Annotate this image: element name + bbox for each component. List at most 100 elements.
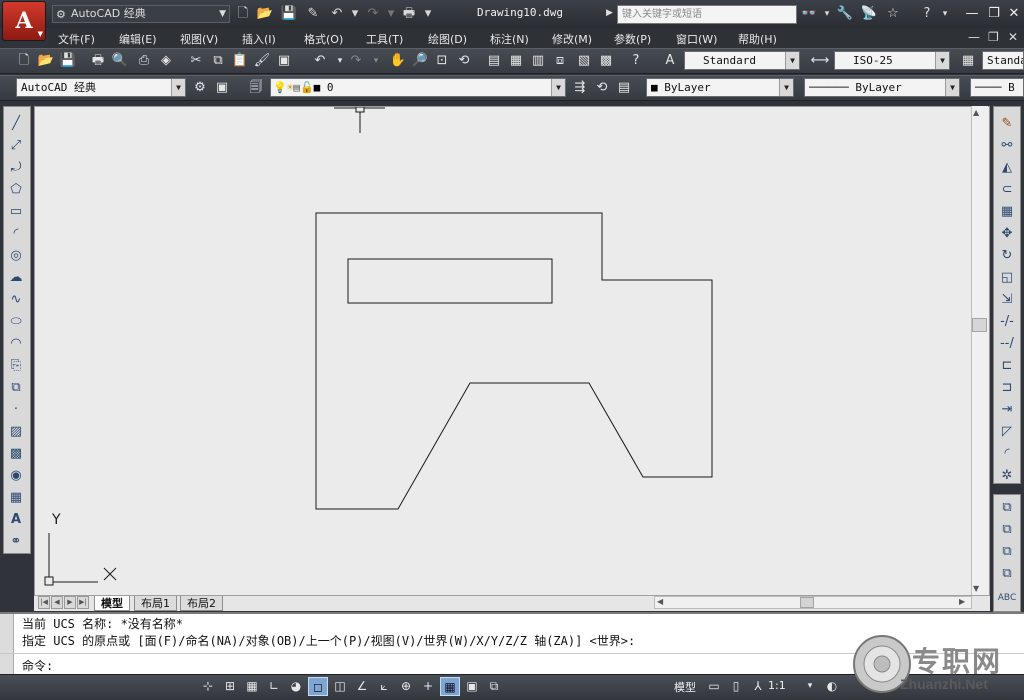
quick-access-dropdown-icon[interactable]: ▾: [419, 5, 437, 23]
scale-icon[interactable]: ◱: [996, 268, 1018, 288]
menu-parametric[interactable]: 参数(P): [614, 31, 651, 47]
annotation-scale-dropdown-icon[interactable]: ▾: [800, 677, 820, 696]
text-style-icon[interactable]: A: [660, 51, 680, 71]
selection-cycling-icon[interactable]: ⧉: [484, 677, 504, 696]
search-input[interactable]: 键入关键字或短语: [617, 5, 797, 24]
application-menu-button[interactable]: A ▼: [2, 1, 46, 41]
close-button[interactable]: ✕: [1004, 5, 1024, 23]
first-tab-icon[interactable]: |◀: [38, 596, 50, 609]
tool-palettes-icon[interactable]: ▥: [528, 51, 548, 71]
dim-style-icon[interactable]: ⟷: [810, 51, 830, 71]
circle-icon[interactable]: ◎: [5, 246, 27, 266]
zoom-previous-icon[interactable]: ⟲: [454, 51, 474, 71]
copy-object-icon[interactable]: ⚯: [996, 136, 1018, 156]
make-current-icon[interactable]: ⇶: [570, 78, 590, 98]
zoom-realtime-icon[interactable]: 🔎: [410, 51, 430, 71]
quick-view-drawings-icon[interactable]: ▯: [726, 677, 746, 696]
dim-style-select[interactable]: ISO-25 ▼: [834, 51, 950, 70]
pan-icon[interactable]: ✋: [388, 51, 408, 71]
dynamic-input-icon[interactable]: ⊕: [396, 677, 416, 696]
object-snap-tracking-icon[interactable]: ∠: [352, 677, 372, 696]
break-icon[interactable]: ⊐: [996, 378, 1018, 398]
match-properties-icon[interactable]: 🖌: [252, 51, 272, 71]
menu-view[interactable]: 视图(V): [180, 31, 218, 47]
rotate-icon[interactable]: ↻: [996, 246, 1018, 266]
workspace-settings-icon[interactable]: ⚙: [190, 78, 210, 98]
vertical-scroll-thumb[interactable]: [972, 318, 987, 332]
array-icon[interactable]: ▦: [996, 202, 1018, 222]
infer-constraints-icon[interactable]: ⊹: [198, 677, 218, 696]
redo-dropdown-icon[interactable]: ▾: [366, 51, 386, 71]
scroll-right-icon[interactable]: ▶: [959, 597, 965, 606]
plot-preview-icon[interactable]: 🔍: [110, 51, 130, 71]
menu-file[interactable]: 文件(F): [58, 31, 95, 47]
help-icon[interactable]: ?: [918, 5, 936, 23]
point-icon[interactable]: ·: [5, 400, 27, 420]
object-snap-icon[interactable]: ◻: [308, 677, 328, 696]
multiline-text-icon[interactable]: A: [5, 510, 27, 530]
revision-cloud-icon[interactable]: ☁: [5, 268, 27, 288]
polygon-icon[interactable]: ⬠: [5, 180, 27, 200]
table-icon[interactable]: ▦: [5, 488, 27, 508]
join-icon[interactable]: ⇥: [996, 400, 1018, 420]
color-select[interactable]: ■ ByLayer ▼: [646, 78, 794, 97]
calculator-icon[interactable]: ▩: [596, 51, 616, 71]
horizontal-scroll-thumb[interactable]: [800, 597, 814, 608]
undo-icon[interactable]: ↶: [310, 51, 330, 71]
minimize-button[interactable]: —: [962, 5, 982, 23]
save-icon[interactable]: 💾: [280, 5, 298, 23]
table-style-select[interactable]: Standa: [982, 51, 1024, 70]
outer-polyline[interactable]: [315, 212, 713, 510]
markup-icon[interactable]: ▧: [574, 51, 594, 71]
search-dropdown-icon[interactable]: ▾: [818, 5, 836, 23]
layer-state-icon[interactable]: ▤: [614, 78, 634, 98]
plot-icon[interactable]: 🖶: [400, 5, 418, 23]
text-style-select[interactable]: Standard ▼: [684, 51, 800, 70]
undo-icon[interactable]: ↶: [328, 5, 346, 23]
menu-insert[interactable]: 插入(I): [242, 31, 276, 47]
scroll-left-icon[interactable]: ◀: [657, 597, 663, 606]
ellipse-icon[interactable]: ⬭: [5, 312, 27, 332]
sheet-set-icon[interactable]: ⧈: [550, 51, 570, 71]
spline-icon[interactable]: ∿: [5, 290, 27, 310]
redo-icon[interactable]: ↷: [364, 5, 382, 23]
zoom-window-icon[interactable]: ⊡: [432, 51, 452, 71]
block-editor-icon[interactable]: ▣: [274, 51, 294, 71]
copy-icon[interactable]: ⧉: [208, 51, 228, 71]
tab-model[interactable]: 模型: [94, 596, 130, 611]
workspace-switcher[interactable]: ⚙ AutoCAD 经典 ▼: [52, 5, 230, 23]
table-style-icon[interactable]: ▦: [958, 51, 978, 71]
next-tab-icon[interactable]: ▶: [64, 596, 76, 609]
polar-tracking-icon[interactable]: ◕: [286, 677, 306, 696]
lineweight-select[interactable]: ──── B: [970, 78, 1024, 97]
menu-dimension[interactable]: 标注(N): [490, 31, 529, 47]
make-block-icon[interactable]: ⧉: [5, 378, 27, 398]
add-selected-icon[interactable]: ⚭: [5, 532, 27, 552]
save-icon[interactable]: 💾: [58, 51, 78, 71]
model-space-button[interactable]: 模型: [674, 679, 696, 695]
layer-select[interactable]: 💡☀▤🔓■ 0 ▼: [270, 78, 566, 97]
snap-mode-icon[interactable]: ⊞: [220, 677, 240, 696]
annotation-visibility-icon[interactable]: ◐: [822, 677, 842, 696]
arc-icon[interactable]: ◜: [5, 224, 27, 244]
layer-previous-icon[interactable]: ⟲: [592, 78, 612, 98]
break-at-point-icon[interactable]: ⊏: [996, 356, 1018, 376]
command-window-grip[interactable]: [0, 614, 14, 674]
inner-rectangle[interactable]: [347, 258, 553, 304]
last-tab-icon[interactable]: ▶|: [77, 596, 89, 609]
send-to-back-icon[interactable]: ⧉: [996, 520, 1018, 540]
region-icon[interactable]: ◉: [5, 466, 27, 486]
text-above-icon[interactable]: ABC: [996, 588, 1018, 608]
doc-close-icon[interactable]: ✕: [1008, 30, 1018, 44]
layer-properties-icon[interactable]: 🗐: [246, 78, 266, 98]
3d-object-snap-icon[interactable]: ◫: [330, 677, 350, 696]
vertical-scrollbar[interactable]: [971, 106, 988, 596]
satellite-icon[interactable]: 📡: [860, 5, 878, 23]
undo-dropdown-icon[interactable]: ▾: [346, 5, 364, 23]
star-icon[interactable]: ☆: [884, 5, 902, 23]
extend-icon[interactable]: --/: [996, 334, 1018, 354]
lineweight-toggle-icon[interactable]: +: [418, 677, 438, 696]
help-icon[interactable]: ?: [626, 51, 646, 71]
quick-properties-icon[interactable]: ▣: [462, 677, 482, 696]
polyline-icon[interactable]: ⤾: [5, 158, 27, 178]
